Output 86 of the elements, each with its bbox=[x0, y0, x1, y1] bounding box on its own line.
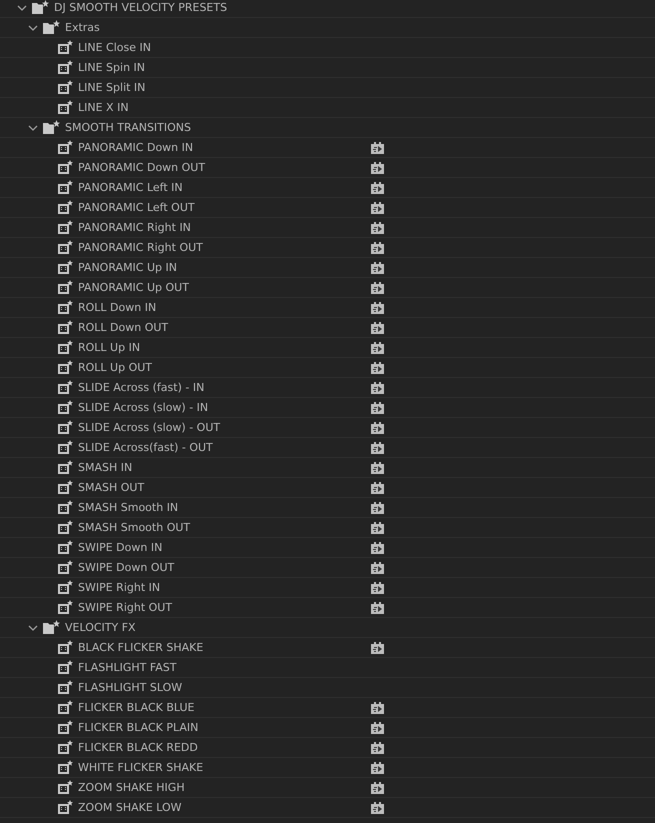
preset-star-icon bbox=[58, 560, 73, 574]
preset-label[interactable]: LINE X IN bbox=[78, 101, 371, 114]
preset-star-icon bbox=[58, 500, 73, 514]
preset-star-icon bbox=[58, 760, 73, 774]
preset-label[interactable]: PANORAMIC Left IN bbox=[78, 181, 371, 194]
preset-star-icon bbox=[58, 100, 73, 114]
folder-label[interactable]: Extras bbox=[65, 21, 100, 34]
folder-label[interactable]: DJ SMOOTH VELOCITY PRESETS bbox=[54, 1, 228, 14]
preset-star-icon bbox=[58, 660, 73, 674]
preset-label[interactable]: PANORAMIC Left OUT bbox=[78, 201, 371, 214]
preset-label[interactable]: SMASH Smooth OUT bbox=[78, 521, 371, 534]
preset-star-icon bbox=[58, 400, 73, 414]
preset-star-icon bbox=[58, 240, 73, 254]
preset-label[interactable]: ZOOM SHAKE LOW bbox=[78, 801, 371, 814]
preset-label[interactable]: LINE Spin IN bbox=[78, 61, 371, 74]
preset-label[interactable]: SLIDE Across (slow) - IN bbox=[78, 401, 371, 414]
preset-label[interactable]: PANORAMIC Down IN bbox=[78, 141, 371, 154]
preset-label[interactable]: SLIDE Across(fast) - OUT bbox=[78, 441, 371, 454]
preset-star-icon bbox=[58, 40, 73, 54]
chevron-icon[interactable] bbox=[28, 122, 38, 132]
folder-star-icon bbox=[32, 0, 49, 14]
preset-label[interactable]: ROLL Down IN bbox=[78, 301, 371, 314]
preset-star-icon bbox=[58, 740, 73, 754]
preset-star-icon bbox=[58, 320, 73, 334]
preset-label[interactable]: BLACK FLICKER SHAKE bbox=[78, 641, 371, 654]
preset-label[interactable]: SMASH Smooth IN bbox=[78, 501, 371, 514]
preset-star-icon bbox=[58, 280, 73, 294]
preset-star-icon bbox=[58, 720, 73, 734]
preset-label[interactable]: PANORAMIC Right IN bbox=[78, 221, 371, 234]
preset-star-icon bbox=[58, 160, 73, 174]
preset-label[interactable]: ROLL Down OUT bbox=[78, 321, 371, 334]
preset-label[interactable]: ROLL Up OUT bbox=[78, 361, 371, 374]
preset-star-icon bbox=[58, 780, 73, 794]
folder-label[interactable]: VELOCITY FX bbox=[65, 621, 136, 634]
preset-label[interactable]: PANORAMIC Right OUT bbox=[78, 241, 371, 254]
preset-label[interactable]: WHITE FLICKER SHAKE bbox=[78, 761, 371, 774]
preset-label[interactable]: PANORAMIC Up OUT bbox=[78, 281, 371, 294]
preset-star-icon bbox=[58, 800, 73, 814]
preset-star-icon bbox=[58, 460, 73, 474]
preset-star-icon bbox=[58, 340, 73, 354]
preset-label[interactable]: SWIPE Down IN bbox=[78, 541, 371, 554]
folder-star-icon bbox=[43, 120, 60, 134]
preset-star-icon bbox=[58, 480, 73, 494]
chevron-icon[interactable] bbox=[17, 2, 27, 12]
preset-label[interactable]: PANORAMIC Down OUT bbox=[78, 161, 371, 174]
folder-star-icon bbox=[43, 620, 60, 634]
preset-label[interactable]: FLICKER BLACK BLUE bbox=[78, 701, 371, 714]
preset-star-icon bbox=[58, 180, 73, 194]
preset-star-icon bbox=[58, 300, 73, 314]
preset-star-icon bbox=[58, 380, 73, 394]
preset-star-icon bbox=[58, 640, 73, 654]
preset-star-icon bbox=[58, 420, 73, 434]
preset-label[interactable]: FLASHLIGHT SLOW bbox=[78, 681, 371, 694]
preset-label[interactable]: SLIDE Across (fast) - IN bbox=[78, 381, 371, 394]
preset-star-icon bbox=[58, 600, 73, 614]
preset-star-icon bbox=[58, 60, 73, 74]
preset-label[interactable]: SMASH IN bbox=[78, 461, 371, 474]
preset-label[interactable]: ZOOM SHAKE HIGH bbox=[78, 781, 371, 794]
folder-star-icon bbox=[43, 20, 60, 34]
preset-label[interactable]: LINE Split IN bbox=[78, 81, 371, 94]
preset-star-icon bbox=[58, 540, 73, 554]
preset-star-icon bbox=[58, 220, 73, 234]
preset-label[interactable]: FLICKER BLACK PLAIN bbox=[78, 721, 371, 734]
preset-star-icon bbox=[58, 140, 73, 154]
preset-label[interactable]: SMASH OUT bbox=[78, 481, 371, 494]
chevron-icon[interactable] bbox=[28, 622, 38, 632]
preset-label[interactable]: FLASHLIGHT FAST bbox=[78, 661, 371, 674]
preset-label[interactable]: SLIDE Across (slow) - OUT bbox=[78, 421, 371, 434]
preset-star-icon bbox=[58, 260, 73, 274]
preset-label[interactable]: FLICKER BLACK REDD bbox=[78, 741, 371, 754]
preset-star-icon bbox=[58, 700, 73, 714]
preset-star-icon bbox=[58, 680, 73, 694]
preset-label[interactable]: PANORAMIC Up IN bbox=[78, 261, 371, 274]
preset-star-icon bbox=[58, 80, 73, 94]
preset-label[interactable]: SWIPE Right OUT bbox=[78, 601, 371, 614]
folder-label[interactable]: SMOOTH TRANSITIONS bbox=[65, 121, 192, 134]
preset-star-icon bbox=[58, 440, 73, 454]
preset-label[interactable]: SWIPE Right IN bbox=[78, 581, 371, 594]
preset-star-icon bbox=[58, 200, 73, 214]
preset-star-icon bbox=[58, 520, 73, 534]
preset-star-icon bbox=[58, 360, 73, 374]
preset-label[interactable]: LINE Close IN bbox=[78, 41, 371, 54]
chevron-icon[interactable] bbox=[28, 22, 38, 32]
preset-label[interactable]: SWIPE Down OUT bbox=[78, 561, 371, 574]
preset-star-icon bbox=[58, 580, 73, 594]
preset-label[interactable]: ROLL Up IN bbox=[78, 341, 371, 354]
